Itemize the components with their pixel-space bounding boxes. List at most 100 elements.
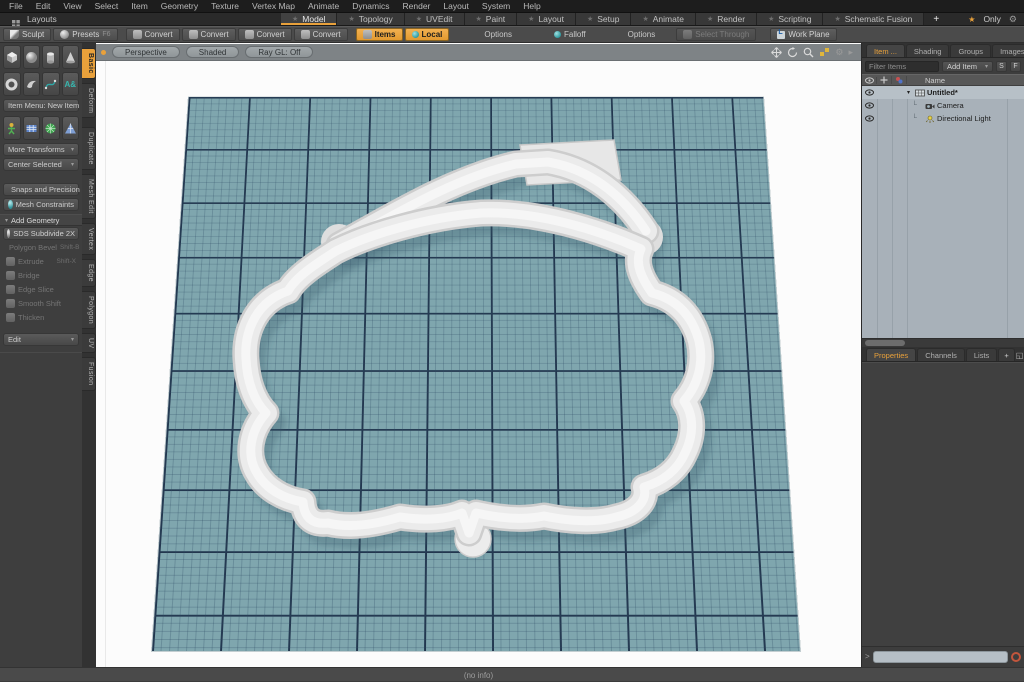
scrollbar-thumb[interactable] — [865, 340, 905, 346]
more-transforms-dropdown[interactable]: More Transforms ▾ — [3, 143, 79, 156]
item-menu-dropdown[interactable]: Item Menu: New Item▾ — [3, 99, 85, 112]
tab-item-list[interactable]: Item ... — [866, 44, 905, 57]
menu-render[interactable]: Render — [403, 1, 431, 11]
triangulated-plane-button[interactable] — [61, 116, 79, 140]
vtab-vertex[interactable]: Vertex — [82, 222, 96, 255]
tool-edge-slice[interactable]: Edge Slice — [3, 283, 79, 296]
menu-item[interactable]: Item — [131, 1, 148, 11]
tab-paint[interactable]: ★ Paint — [464, 13, 518, 25]
text-tool-button[interactable]: A& — [61, 72, 79, 96]
convert-button-4[interactable]: Convert — [293, 28, 348, 41]
menu-texture[interactable]: Texture — [211, 1, 239, 11]
mesh-constraints-button[interactable]: Mesh Constraints — [3, 198, 79, 211]
zoom-icon[interactable] — [803, 47, 814, 58]
tab-animate[interactable]: ★ Animate — [631, 13, 696, 25]
record-indicator-icon[interactable] — [1011, 651, 1021, 662]
expander-icon[interactable]: ▾ — [907, 89, 915, 96]
vtab-edge[interactable]: Edge — [82, 258, 96, 287]
menu-system[interactable]: System — [482, 1, 510, 11]
filter-items-input[interactable] — [865, 60, 939, 72]
add-item-dropdown[interactable]: Add Item ▾ — [942, 60, 993, 72]
vtab-polygon[interactable]: Polygon — [82, 290, 96, 329]
tool-thicken[interactable]: Thicken — [3, 311, 79, 324]
viewport-expand-icon[interactable]: ▸ — [848, 47, 853, 58]
menu-layout[interactable]: Layout — [443, 1, 469, 11]
mesh-item-button[interactable] — [42, 116, 60, 140]
tab-render[interactable]: ★ Render — [695, 13, 758, 25]
primitive-shell-button[interactable] — [22, 72, 40, 96]
menu-view[interactable]: View — [63, 1, 81, 11]
menu-dynamics[interactable]: Dynamics — [352, 1, 389, 11]
only-toggle[interactable]: Only — [983, 14, 1000, 24]
tool-sds-subdivide[interactable]: SDS Subdivide 2X — [3, 227, 79, 240]
tab-groups[interactable]: Groups — [950, 44, 992, 57]
primitive-cylinder-button[interactable] — [42, 45, 60, 69]
item-row-camera[interactable]: └ Camera — [862, 99, 1024, 112]
cookie-cutter-mesh[interactable] — [96, 61, 861, 667]
add-geometry-section-header[interactable]: ▾ Add Geometry — [0, 214, 82, 226]
vtab-basic[interactable]: Basic — [82, 48, 96, 79]
options-button-1[interactable]: Options — [477, 28, 519, 41]
command-input[interactable] — [872, 650, 1008, 663]
viewport-gear-icon[interactable]: ⚙ — [835, 47, 843, 58]
primitive-cone-button[interactable] — [61, 45, 79, 69]
camera-mode-dropdown[interactable]: Perspective — [112, 46, 180, 58]
tool-bridge[interactable]: Bridge — [3, 269, 79, 282]
work-plane-button[interactable]: Work Plane — [770, 28, 837, 41]
presets-button[interactable]: Presets F6 — [53, 28, 118, 41]
menu-animate[interactable]: Animate — [308, 1, 339, 11]
raygl-dropdown[interactable]: Ray GL: Off — [245, 46, 314, 58]
tab-properties[interactable]: Properties — [866, 348, 917, 361]
vtab-deform[interactable]: Deform — [82, 82, 96, 119]
primitive-cube-button[interactable] — [3, 45, 21, 69]
gear-icon[interactable]: ⚙ — [1009, 14, 1017, 25]
tool-smooth-shift[interactable]: Smooth Shift — [3, 297, 79, 310]
layout-split-icon[interactable] — [819, 47, 830, 58]
eye-icon[interactable] — [862, 89, 877, 96]
edit-dropdown[interactable]: Edit ▾ — [3, 333, 79, 346]
convert-button-2[interactable]: Convert — [181, 28, 236, 41]
shading-mode-dropdown[interactable]: Shaded — [185, 46, 240, 58]
add-panel-tab-button[interactable]: + — [998, 348, 1015, 361]
viewport-canvas[interactable] — [96, 61, 861, 667]
add-tab-button[interactable]: + — [924, 13, 949, 25]
item-row-untitled[interactable]: ▾ Untitled* — [862, 86, 1024, 99]
vtab-uv[interactable]: UV — [82, 332, 96, 354]
tab-setup[interactable]: ★ Setup — [575, 13, 632, 25]
eye-icon[interactable] — [862, 115, 877, 122]
tab-model[interactable]: ★ Model — [281, 13, 338, 25]
eye-icon[interactable] — [862, 102, 877, 109]
menu-vertex-map[interactable]: Vertex Map — [252, 1, 295, 11]
find-button[interactable]: F — [1010, 60, 1021, 72]
snaps-precision-button[interactable]: Snaps and Precision — [3, 183, 80, 196]
tab-layout[interactable]: ★ Layout — [517, 13, 576, 25]
items-mode-button[interactable]: Items — [355, 28, 403, 41]
menu-edit[interactable]: Edit — [36, 1, 51, 11]
options-button-2[interactable]: Options — [621, 28, 663, 41]
tab-uvedit[interactable]: ★ UVEdit — [404, 13, 465, 25]
tab-images[interactable]: Images — [992, 44, 1024, 57]
vtab-fusion[interactable]: Fusion — [82, 357, 96, 391]
tab-scripting[interactable]: ★ Scripting — [757, 13, 824, 25]
item-list-hscrollbar[interactable] — [862, 338, 1024, 347]
tool-polygon-bevel[interactable]: Polygon Bevel Shift-B — [3, 241, 79, 254]
primitive-torus-button[interactable] — [3, 72, 21, 96]
3d-viewport[interactable]: Perspective Shaded Ray GL: Off ⚙ ▸ — [96, 43, 861, 667]
item-list[interactable]: ▾ Untitled* └ Camera └ Directional Light — [862, 86, 1024, 338]
curve-tool-button[interactable] — [42, 72, 60, 96]
tab-shading[interactable]: Shading — [905, 44, 950, 57]
vtab-mesh-edit[interactable]: Mesh Edit — [82, 173, 96, 219]
expand-panel-icon[interactable]: ◱ — [1016, 351, 1024, 360]
menu-file[interactable]: File — [9, 1, 23, 11]
menu-geometry[interactable]: Geometry — [161, 1, 198, 11]
tool-extrude[interactable]: Extrude Shift-X — [3, 255, 79, 268]
layouts-group[interactable]: Layouts — [0, 13, 281, 28]
sculpt-button[interactable]: Sculpt — [3, 28, 52, 41]
menu-help[interactable]: Help — [523, 1, 540, 11]
tab-schematic-fusion[interactable]: ★ Schematic Fusion — [823, 13, 925, 25]
ground-plane-button[interactable] — [22, 116, 40, 140]
select-through-button[interactable]: Select Through — [676, 28, 757, 41]
scope-button[interactable]: S — [996, 60, 1007, 72]
primitive-sphere-button[interactable] — [22, 45, 40, 69]
orbit-icon[interactable] — [787, 46, 798, 58]
